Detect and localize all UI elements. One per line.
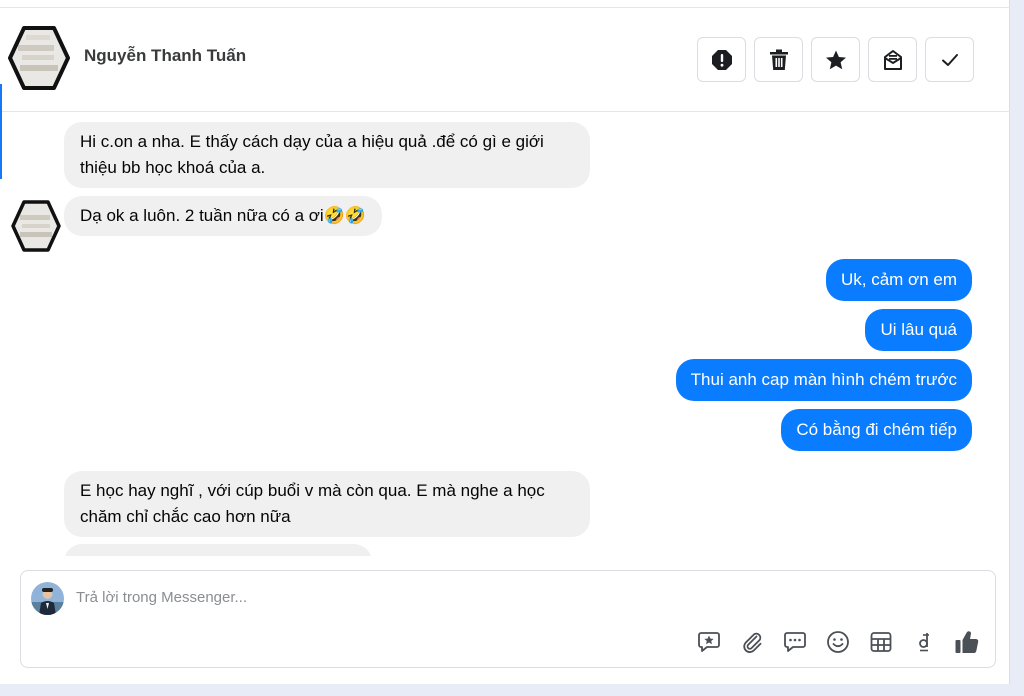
check-icon: [941, 53, 958, 66]
table-button[interactable]: [867, 628, 895, 656]
star-button[interactable]: [811, 37, 860, 82]
mark-unread-button[interactable]: [868, 37, 917, 82]
currency-button[interactable]: [910, 628, 938, 656]
like-button[interactable]: [953, 628, 981, 656]
conversation-panel: Nguyễn Thanh Tuấn Hi c.on a nha. E thấy …: [0, 0, 1010, 684]
message-incoming-partial[interactable]: [64, 544, 372, 556]
contact-avatar[interactable]: [8, 25, 70, 91]
thumbs-up-icon: [955, 631, 979, 654]
attachment-icon: [743, 632, 762, 653]
attach-button[interactable]: [738, 628, 766, 656]
message-incoming[interactable]: E học hay nghĩ , với cúp buổi v mà còn q…: [64, 471, 590, 537]
table-icon: [870, 632, 892, 652]
saved-reply-icon: [698, 632, 720, 652]
done-button[interactable]: [925, 37, 974, 82]
trash-icon: [769, 49, 788, 70]
emoji-icon: [827, 631, 849, 653]
message-thread[interactable]: Hi c.on a nha. E thấy cách dạy của a hiệ…: [0, 113, 1008, 556]
user-avatar: [31, 582, 64, 615]
contact-avatar-small[interactable]: [10, 199, 62, 253]
message-incoming[interactable]: Dạ ok a luôn. 2 tuần nữa có a ơi🤣🤣: [64, 196, 383, 236]
alert-icon: [711, 49, 732, 70]
message-outgoing[interactable]: Uk, cảm ơn em: [825, 259, 972, 301]
saved-reply-button[interactable]: [695, 628, 723, 656]
composer-toolbar: [695, 628, 981, 656]
message-incoming[interactable]: Hi c.on a nha. E thấy cách dạy của a hiệ…: [64, 122, 590, 188]
spam-button[interactable]: [697, 37, 746, 82]
dong-currency-icon: [919, 633, 929, 652]
emoji-button[interactable]: [824, 628, 852, 656]
message-outgoing[interactable]: Có bằng đi chém tiếp: [781, 409, 972, 451]
message-outgoing[interactable]: Ui lâu quá: [865, 309, 972, 351]
reply-composer: [20, 570, 996, 668]
header-actions: [697, 37, 974, 82]
message-outgoing[interactable]: Thui anh cap màn hình chém trước: [675, 359, 972, 401]
chat-bubble-icon: [784, 632, 806, 652]
star-icon: [825, 50, 846, 69]
contact-name[interactable]: Nguyễn Thanh Tuấn: [84, 46, 246, 66]
mark-unread-icon: [883, 49, 902, 70]
chat-button[interactable]: [781, 628, 809, 656]
delete-button[interactable]: [754, 37, 803, 82]
reply-input[interactable]: [76, 589, 676, 606]
conversation-header: Nguyễn Thanh Tuấn: [0, 8, 1010, 112]
